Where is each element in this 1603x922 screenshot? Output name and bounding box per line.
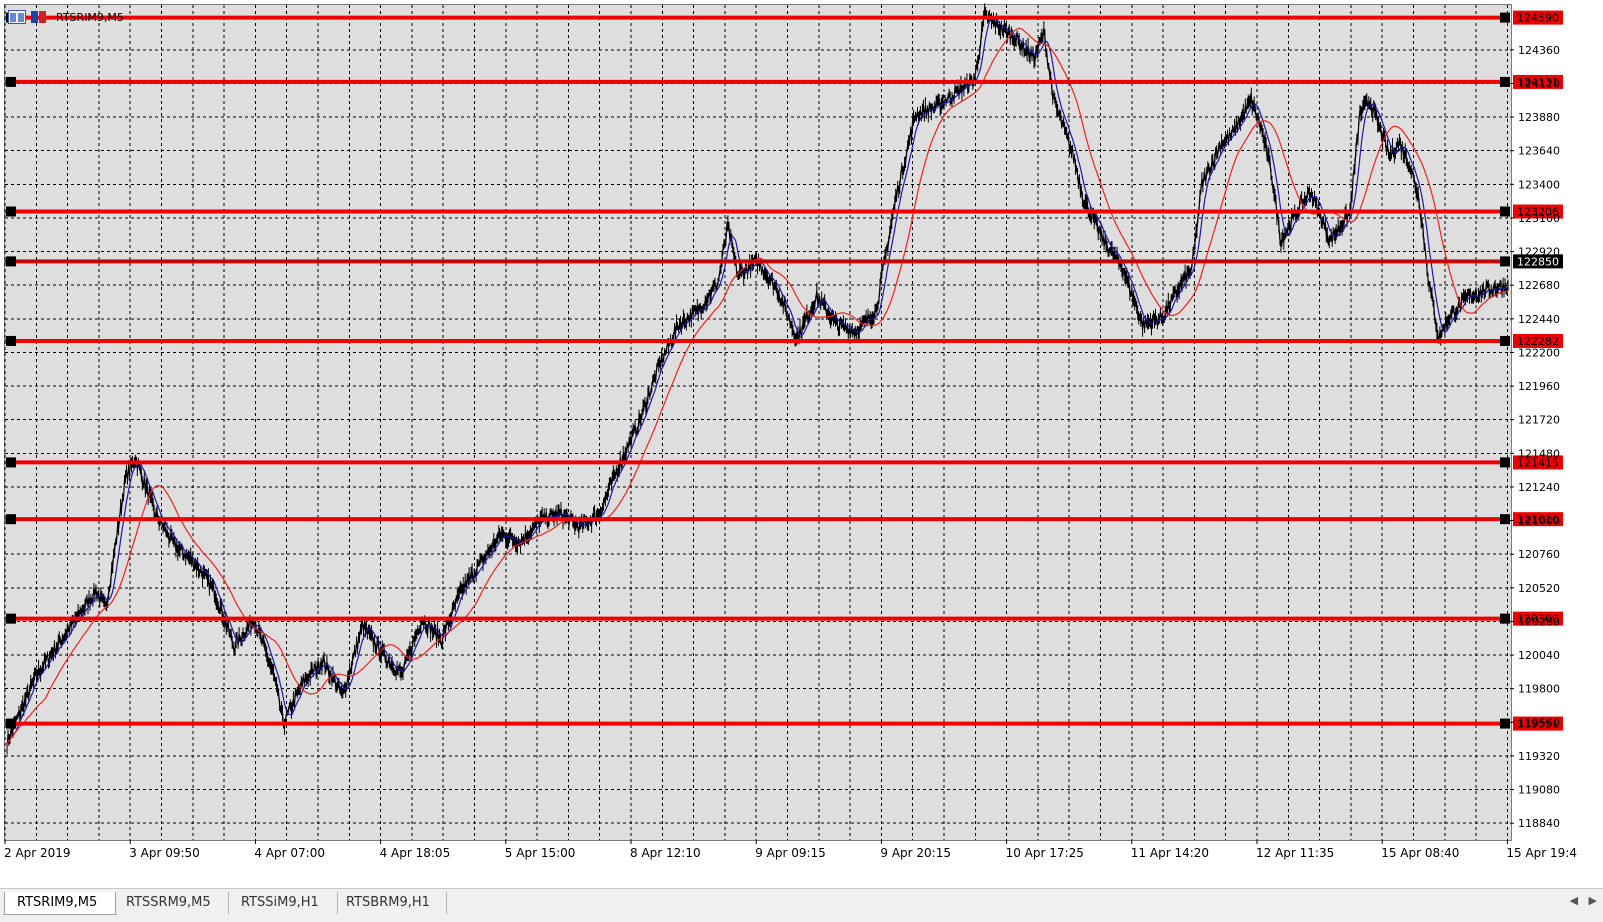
y-tick-label: 121720 bbox=[1518, 414, 1560, 427]
x-tick-label: 9 Apr 20:15 bbox=[880, 846, 951, 860]
level-handle-left bbox=[6, 335, 16, 346]
tab-rtsbrm9-h1[interactable]: RTSBRM9,H1 bbox=[334, 892, 447, 914]
chart-window-icon bbox=[8, 10, 26, 24]
y-tick-label: 122680 bbox=[1518, 279, 1560, 292]
level-handle-right bbox=[1500, 12, 1510, 23]
x-tick-label: 3 Apr 09:50 bbox=[129, 846, 200, 860]
y-tick-label: 120760 bbox=[1518, 548, 1560, 561]
tab-rtsrim9-m5[interactable]: RTSRIM9,M5 bbox=[4, 892, 116, 915]
x-tick-label: 15 Apr 19:4 bbox=[1506, 846, 1577, 860]
y-tick-label: 123400 bbox=[1518, 178, 1560, 191]
y-tick-label: 121960 bbox=[1518, 380, 1560, 393]
level-handle-right bbox=[1500, 335, 1510, 346]
level-price-label: 124590 bbox=[1517, 12, 1559, 25]
x-tick-label: 9 Apr 09:15 bbox=[755, 846, 826, 860]
level-handle-left bbox=[6, 514, 16, 525]
y-tick-label: 122200 bbox=[1518, 346, 1560, 359]
y-tick-label: 124120 bbox=[1518, 77, 1560, 90]
y-tick-label: 121000 bbox=[1518, 515, 1560, 528]
x-tick-label: 4 Apr 07:00 bbox=[254, 846, 325, 860]
y-tick-label: 119080 bbox=[1518, 784, 1560, 797]
y-tick-label: 121240 bbox=[1518, 481, 1560, 494]
level-handle-right bbox=[1500, 718, 1510, 729]
y-tick-label: 118840 bbox=[1518, 817, 1560, 830]
y-tick-label: 121480 bbox=[1518, 447, 1560, 460]
price-series bbox=[6, 3, 1509, 755]
y-tick-label: 119800 bbox=[1518, 683, 1560, 696]
time-axis: 2 Apr 2019 3 Apr 09:50 4 Apr 07:00 4 Apr 18… bbox=[4, 840, 1577, 860]
x-tick-label: 11 Apr 14:20 bbox=[1131, 846, 1209, 860]
y-tick-label: 120520 bbox=[1518, 582, 1560, 595]
level-handle-right bbox=[1500, 256, 1510, 267]
level-handle-right bbox=[1500, 206, 1510, 217]
x-tick-label: 4 Apr 18:05 bbox=[380, 846, 451, 860]
flag-icon bbox=[31, 11, 46, 23]
level-handle-right bbox=[1500, 76, 1510, 87]
tab-rtssrm9-m5[interactable]: RTSSRM9,M5 bbox=[114, 892, 229, 914]
y-tick-label: 122440 bbox=[1518, 313, 1560, 326]
x-tick-label: 15 Apr 08:40 bbox=[1381, 846, 1459, 860]
tab-scroll-arrows[interactable]: ◀ ▶ bbox=[1570, 894, 1597, 907]
y-tick-label: 119560 bbox=[1518, 716, 1560, 729]
chart-title-bar: RTSRIM9,M5 bbox=[8, 9, 124, 25]
y-tick-label: 119320 bbox=[1518, 750, 1560, 763]
y-tick-label: 120280 bbox=[1518, 615, 1560, 628]
level-handle-left bbox=[6, 206, 16, 217]
x-tick-label: 8 Apr 12:10 bbox=[630, 846, 701, 860]
y-tick-label: 124360 bbox=[1518, 44, 1560, 57]
chart-canvas[interactable]: 1245901241311232061228501222821214151210… bbox=[0, 0, 1603, 888]
x-tick-label: 12 Apr 11:35 bbox=[1256, 846, 1334, 860]
x-tick-label: 10 Apr 17:25 bbox=[1006, 846, 1084, 860]
level-handle-left bbox=[6, 718, 16, 729]
grid bbox=[4, 5, 1510, 840]
y-tick-label: 122920 bbox=[1518, 246, 1560, 259]
horizontal-levels: 1245901241311232061228501222821214151210… bbox=[5, 10, 1563, 731]
price-axis: 124360 124120 123880 123640 123400 123160 1229… bbox=[1510, 44, 1560, 830]
level-handle-left bbox=[6, 457, 16, 468]
y-tick-label: 123880 bbox=[1518, 111, 1560, 124]
chart-tab-bar: RTSRIM9,M5 RTSSRM9,M5 RTSSiM9,H1 RTSBRM9… bbox=[0, 888, 1603, 922]
level-handle-left bbox=[6, 76, 16, 87]
level-handle-left bbox=[6, 256, 16, 267]
y-tick-label: 120040 bbox=[1518, 649, 1560, 662]
chart-window[interactable]: 124590 124131 123206 122850 122282 121415 1210… bbox=[0, 0, 1603, 888]
level-handle-right bbox=[1500, 613, 1510, 624]
price-line bbox=[6, 9, 1509, 749]
x-tick-label: 2 Apr 2019 bbox=[4, 846, 71, 860]
tab-rtssim9-h1[interactable]: RTSSiM9,H1 bbox=[229, 892, 338, 914]
level-handle-right bbox=[1500, 457, 1510, 468]
y-tick-label: 123160 bbox=[1518, 212, 1560, 225]
y-tick-label: 123640 bbox=[1518, 145, 1560, 158]
level-handle-left bbox=[6, 613, 16, 624]
level-handle-right bbox=[1500, 514, 1510, 525]
window-title: RTSRIM9,M5 bbox=[56, 10, 124, 24]
x-tick-label: 5 Apr 15:00 bbox=[505, 846, 576, 860]
